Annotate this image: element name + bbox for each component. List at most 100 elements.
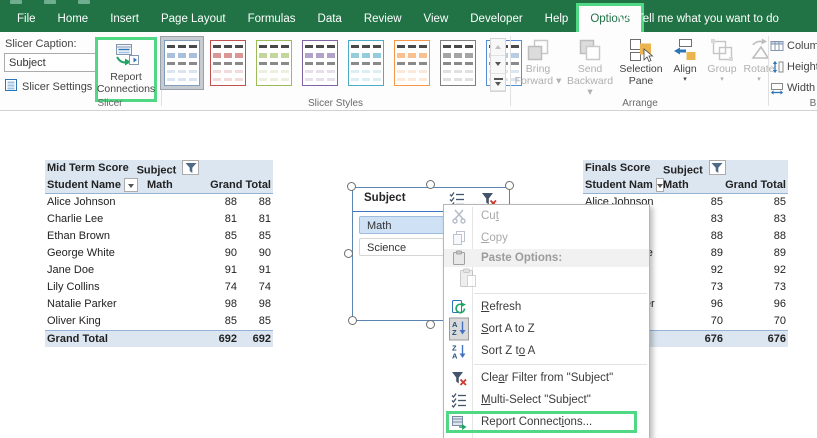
slicer-style-dark-gray[interactable] [436,36,480,90]
tab-page-layout[interactable]: Page Layout [150,6,237,32]
filter-button[interactable] [182,160,199,175]
style-row [213,70,243,73]
chevron-down-icon: ▾ [720,76,724,84]
pivot-filter-field: Subject [663,160,785,177]
tab-help[interactable]: Help [534,6,580,32]
student-name-cell: Charlie Lee [45,211,147,228]
tab-file[interactable]: File [6,6,47,32]
tell-me-label: Tell me what you want to do [637,13,779,25]
style-row [305,45,335,48]
style-row [397,62,427,65]
slicer-style-light-blue[interactable] [160,36,204,90]
bring-forward-button: BringForward ▾ [512,35,564,88]
tab-insert[interactable]: Insert [99,6,150,32]
slicer-caption-input[interactable] [4,53,97,72]
context-menu-item-sort-z-to-a[interactable]: ZASort Z to A [444,340,649,362]
slicer-style-cyan[interactable] [344,36,388,90]
tab-view[interactable]: View [413,6,460,32]
tab-review[interactable]: Review [353,6,413,32]
menu-item-label: Cut [481,210,499,222]
slicer-settings-button[interactable]: Slicer Settings [4,78,92,95]
gallery-more-button[interactable] [491,74,505,91]
menu-item-label: Report Connections... [481,416,592,428]
ribbon: Slicer Caption: Slicer Settings Report C… [0,32,817,111]
tab-home[interactable]: Home [47,6,100,32]
gallery-scroll-down-button[interactable] [491,56,505,73]
context-menu-item-clear-filter[interactable]: Clear Filter from "Subject" [444,367,649,389]
grand-total-cell: 98 [259,296,271,313]
filter-button[interactable] [709,160,726,175]
slicer-style-green[interactable] [252,36,296,90]
group-label-slicer-styles: Slicer Styles [163,98,508,109]
colum-field[interactable]: Colum [770,37,817,55]
clear-filter-icon [449,370,469,386]
report-connections-button[interactable]: Report Connections [95,37,157,102]
slicer-style-red[interactable] [206,36,250,90]
style-row [167,45,197,48]
tab-data[interactable]: Data [307,6,353,32]
student-name-cell: George White [45,245,147,262]
slicer-style-purple[interactable] [298,36,342,90]
width-field[interactable]: Width [770,79,817,97]
selection-handle[interactable] [344,249,353,258]
slicer-style-thumbnail [394,40,430,86]
style-row [213,62,243,65]
columns-icon [770,39,784,53]
send-backward-button: SendBackward ▾ [564,35,616,100]
selection-handle[interactable] [347,182,356,191]
math-score-cell: 85 [147,228,239,245]
gallery-scrollbar [490,38,506,92]
style-row [213,78,243,81]
style-row [351,45,381,48]
style-row [259,45,289,48]
tab-developer[interactable]: Developer [459,6,533,32]
column-header-cell: Math [663,177,725,193]
slicer-style-orange[interactable] [390,36,434,90]
tab-formulas[interactable]: Formulas [237,6,307,32]
context-menu-item-refresh[interactable]: Refresh [444,296,649,318]
quick-access-toolbar[interactable] [10,0,90,4]
style-row [259,70,289,73]
style-row [443,78,473,81]
selection-pane-button[interactable]: SelectionPane [616,35,666,88]
table-row: Ethan Brown8585 [45,228,273,245]
style-row [305,53,335,58]
slicer-style-thumbnail [302,40,338,86]
selection-pane-icon [628,36,654,64]
context-menu: CutCopyPaste Options:RefreshAZSort A to … [443,204,650,438]
group-label-arrange: Arrange [512,98,768,109]
group-icon [709,36,735,64]
pivot-title: Mid Term Score [45,160,137,177]
grand-total-cell: 85 [259,228,271,245]
style-row [259,62,289,65]
grand-total-cell: 92 [774,262,786,279]
selection-handle[interactable] [426,180,435,189]
field-label: Height [787,61,817,73]
midterm-pivot-table: Mid Term ScoreSubjectStudent NameMathGra… [45,160,273,347]
context-menu-item-report-connections[interactable]: Report Connections... [444,411,649,433]
context-menu-item-remove[interactable]: Remove "Subject" [444,433,649,438]
report-connections-icon [449,414,469,430]
selection-handle[interactable] [426,320,435,329]
selection-handle[interactable] [348,316,357,325]
grand-total-label: Grand Total [45,331,147,347]
report-connections-label: Report Connections [97,71,155,95]
context-menu-item-sort-a-to-z[interactable]: AZSort A to Z [444,318,649,340]
height-field[interactable]: Height [770,58,817,76]
excel-window: FileHomeInsertPage LayoutFormulasDataRev… [0,0,817,438]
grand-total-header: Grand Total [210,177,271,194]
style-row [305,70,335,73]
slicer-settings-icon [4,78,18,95]
gallery-scroll-up-button[interactable] [491,39,505,56]
row-header-dropdown-button[interactable] [124,178,138,192]
context-menu-item-multi-select[interactable]: Multi-Select "Subject" [444,389,649,411]
tell-me-box[interactable]: Tell me what you want to do [616,6,779,32]
filter-field-label: Subject [663,165,703,177]
svg-text:A: A [452,352,458,360]
style-row [259,78,289,81]
grand-total-cell: 88 [774,228,786,245]
pivot-filter-row: Mid Term ScoreSubject [45,160,273,177]
filter-icon [711,162,723,174]
selection-handle[interactable] [505,181,514,190]
align-button[interactable]: Align▾ [666,35,704,85]
